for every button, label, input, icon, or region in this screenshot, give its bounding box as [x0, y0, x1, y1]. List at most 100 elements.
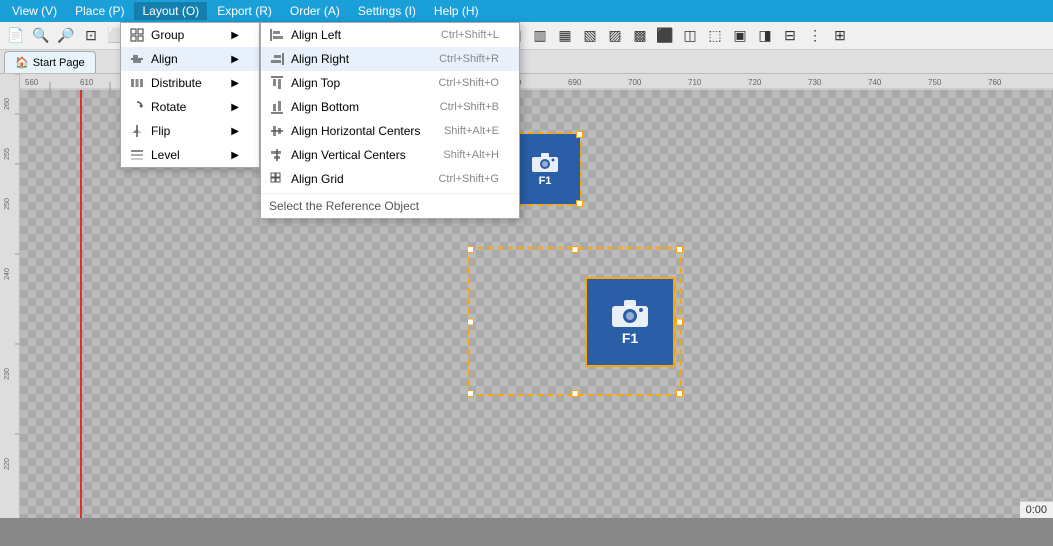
start-page-tab[interactable]: 🏠 Start Page	[4, 51, 96, 73]
icon-label-2: F1	[622, 330, 638, 346]
align-icon	[129, 51, 145, 67]
zoom-out-button[interactable]: 🔍	[29, 24, 53, 48]
menu-flip[interactable]: Flip ▶	[121, 119, 259, 143]
icon-box-2: F1	[585, 277, 675, 367]
align-left-icon	[269, 27, 285, 43]
menu-rotate-arrow: ▶	[231, 102, 239, 113]
menu-level[interactable]: Level ▶	[121, 143, 259, 167]
menu-align-arrow: ▶	[231, 54, 239, 65]
submenu-align-top-label: Align Top	[291, 76, 340, 90]
align-top-icon	[269, 75, 285, 91]
t9[interactable]: ▩	[628, 24, 652, 48]
menu-view[interactable]: View (V)	[4, 2, 65, 20]
menubar: View (V) Place (P) Layout (O) Export (R)…	[0, 0, 1053, 22]
svg-text:720: 720	[748, 78, 762, 87]
handle-tm-2[interactable]	[572, 246, 579, 253]
menu-export[interactable]: Export (R)	[209, 2, 280, 20]
menu-flip-label: Flip	[151, 124, 170, 138]
t16[interactable]: ⋮	[803, 24, 827, 48]
submenu-footer: Select the Reference Object	[261, 193, 519, 218]
handle-tl-2[interactable]	[467, 246, 474, 253]
shortcut-align-v-center: Shift+Alt+H	[443, 149, 499, 161]
t7[interactable]: ▧	[578, 24, 602, 48]
menu-align[interactable]: Align ▶	[121, 47, 259, 71]
distribute-icon	[129, 75, 145, 91]
shortcut-align-grid: Ctrl+Shift+G	[438, 173, 499, 185]
t13[interactable]: ▣	[728, 24, 752, 48]
ruler-left: 260 255 250 240 230 220	[0, 74, 20, 518]
flip-icon	[129, 123, 145, 139]
shortcut-align-top: Ctrl+Shift+O	[438, 77, 499, 89]
t5[interactable]: ▥	[528, 24, 552, 48]
t8[interactable]: ▨	[603, 24, 627, 48]
t6[interactable]: ▦	[553, 24, 577, 48]
menu-flip-arrow: ▶	[231, 126, 239, 137]
handle-mr-2[interactable]	[676, 318, 683, 325]
menu-rotate-label: Rotate	[151, 100, 186, 114]
handle-bm-2[interactable]	[572, 390, 579, 397]
menu-group[interactable]: Group ▶	[121, 23, 259, 47]
menu-distribute[interactable]: Distribute ▶	[121, 71, 259, 95]
svg-text:260: 260	[4, 98, 11, 110]
handle-tr-2[interactable]	[676, 246, 683, 253]
tab-label: Start Page	[33, 57, 85, 69]
svg-text:730: 730	[808, 78, 822, 87]
new-button[interactable]: 📄	[4, 24, 28, 48]
level-icon	[129, 147, 145, 163]
t12[interactable]: ⬚	[703, 24, 727, 48]
ruler-left-svg: 260 255 250 240 230 220	[0, 74, 20, 518]
handle-br-2[interactable]	[676, 390, 683, 397]
t17[interactable]: ⊞	[828, 24, 852, 48]
handle-ml-2[interactable]	[467, 318, 474, 325]
icon-label-1: F1	[539, 175, 552, 187]
submenu-align: Align Left Ctrl+Shift+L Align Right Ctrl…	[260, 22, 520, 219]
t14[interactable]: ◨	[753, 24, 777, 48]
menu-settings[interactable]: Settings (I)	[350, 2, 424, 20]
submenu-align-bottom[interactable]: Align Bottom Ctrl+Shift+B	[261, 95, 519, 119]
handle-tr-1[interactable]	[576, 131, 583, 138]
menu-align-label: Align	[151, 52, 178, 66]
menu-rotate[interactable]: Rotate ▶	[121, 95, 259, 119]
shortcut-align-h-center: Shift+Alt+E	[444, 125, 499, 137]
submenu-align-right[interactable]: Align Right Ctrl+Shift+R	[261, 47, 519, 71]
handle-br-1[interactable]	[576, 200, 583, 207]
submenu-align-grid[interactable]: Align Grid Ctrl+Shift+G	[261, 167, 519, 191]
context-menu-level1: Group ▶ Align ▶ Distribute ▶ Rotate ▶	[120, 22, 260, 168]
submenu-align-v-center[interactable]: Align Vertical Centers Shift+Alt+H	[261, 143, 519, 167]
align-right-icon	[269, 51, 285, 67]
submenu-align-h-center-label: Align Horizontal Centers	[291, 124, 420, 138]
t11[interactable]: ◫	[678, 24, 702, 48]
menu-distribute-arrow: ▶	[231, 78, 239, 89]
canvas-object-2[interactable]: F1	[470, 249, 680, 394]
zoom-in-button[interactable]: 🔎	[54, 24, 78, 48]
submenu-align-bottom-label: Align Bottom	[291, 100, 359, 114]
rotate-icon	[129, 99, 145, 115]
svg-text:230: 230	[4, 368, 11, 380]
fit-button[interactable]: ⊡	[79, 24, 103, 48]
menu-layout[interactable]: Layout (O)	[134, 2, 207, 20]
menu-level-arrow: ▶	[231, 150, 239, 161]
icon-box-1: F1	[510, 134, 580, 204]
svg-text:220: 220	[4, 458, 11, 470]
handle-bl-2[interactable]	[467, 390, 474, 397]
submenu-align-v-center-label: Align Vertical Centers	[291, 148, 406, 162]
time-display: 0:00	[1026, 504, 1047, 516]
menu-place[interactable]: Place (P)	[67, 2, 132, 20]
svg-text:760: 760	[988, 78, 1002, 87]
menu-distribute-label: Distribute	[151, 76, 202, 90]
align-grid-icon	[269, 171, 285, 187]
svg-text:750: 750	[928, 78, 942, 87]
menu-help[interactable]: Help (H)	[426, 2, 487, 20]
home-icon: 🏠	[15, 56, 29, 69]
red-guide-line	[80, 90, 82, 518]
camera-svg-1	[531, 151, 559, 173]
submenu-align-left[interactable]: Align Left Ctrl+Shift+L	[261, 23, 519, 47]
t10[interactable]: ⬛	[653, 24, 677, 48]
align-bottom-icon	[269, 99, 285, 115]
canvas-object-1[interactable]: F1	[510, 134, 580, 204]
shortcut-align-left: Ctrl+Shift+L	[441, 29, 499, 41]
submenu-align-h-center[interactable]: Align Horizontal Centers Shift+Alt+E	[261, 119, 519, 143]
menu-order[interactable]: Order (A)	[282, 2, 348, 20]
t15[interactable]: ⊟	[778, 24, 802, 48]
submenu-align-top[interactable]: Align Top Ctrl+Shift+O	[261, 71, 519, 95]
